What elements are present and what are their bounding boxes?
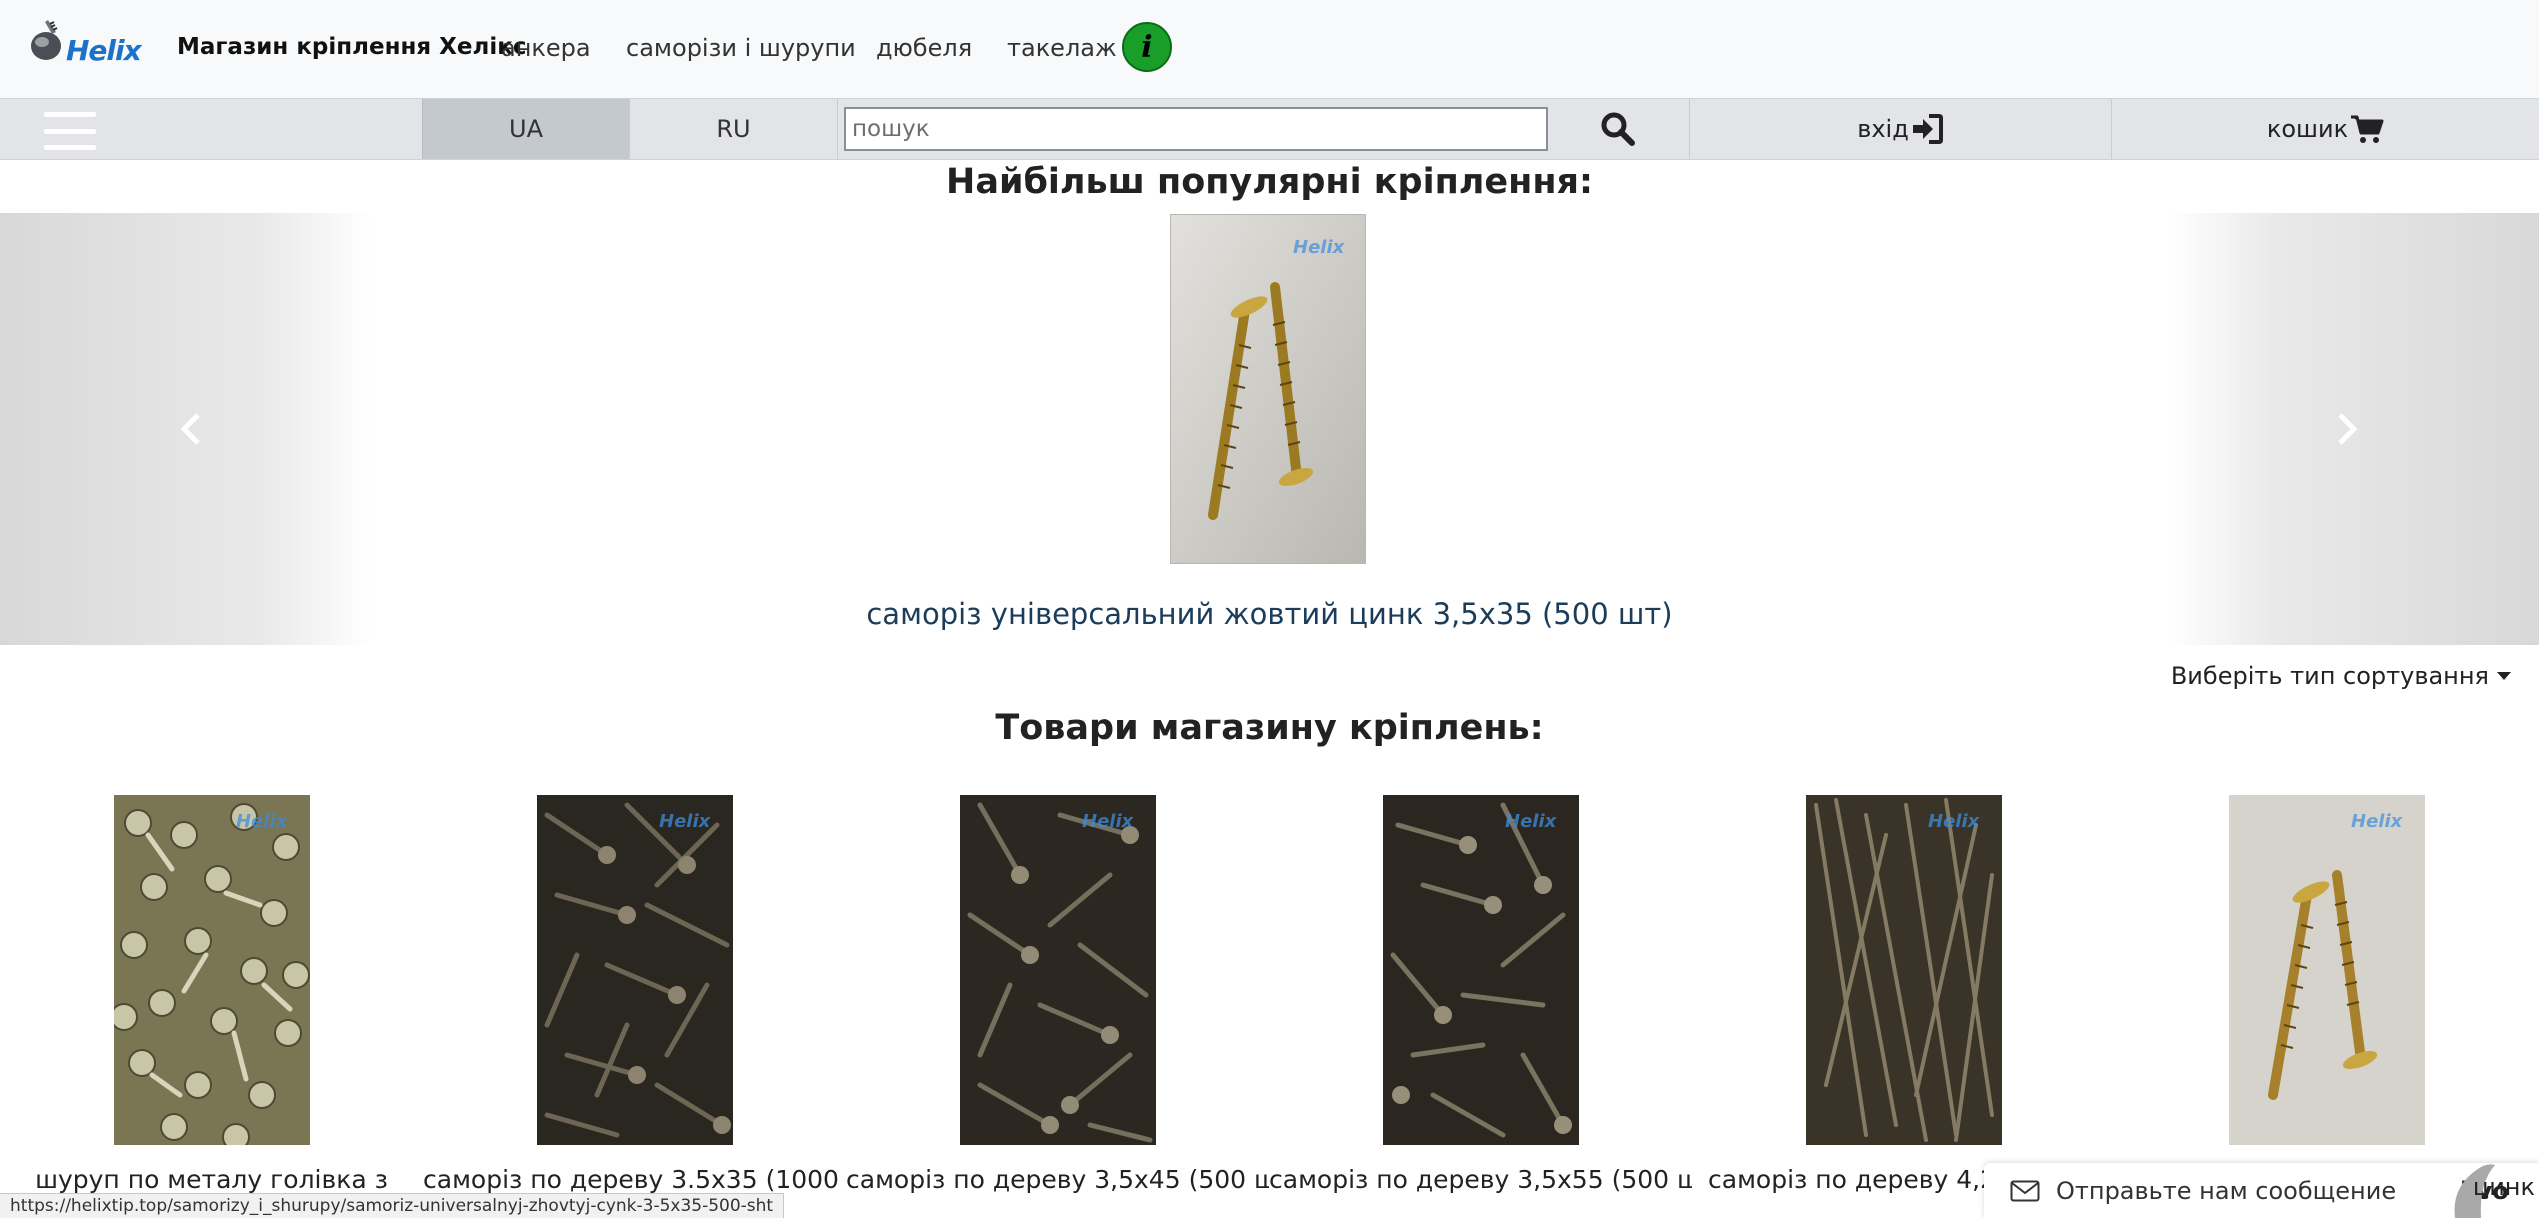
- search-input[interactable]: [844, 107, 1548, 151]
- nav-link-anchors[interactable]: анкера: [501, 34, 591, 62]
- product-card[interactable]: Helix шуруп по металу голівка з: [0, 795, 423, 1218]
- helix-logo[interactable]: Helix: [26, 16, 142, 72]
- product-image[interactable]: Helix: [1805, 795, 2002, 1145]
- product-card[interactable]: Helix саморіз по дереву 3.5х35 (1000 шт): [423, 795, 846, 1218]
- status-bar-url: https://helixtip.top/samorizy_i_shurupy/…: [0, 1193, 785, 1218]
- top-navbar: Helix Магазин кріплення Хелікс анкера са…: [0, 0, 2539, 98]
- dark-screws-photo: Helix: [536, 795, 733, 1145]
- envelope-icon: [2010, 1180, 2040, 1201]
- sort-dropdown[interactable]: Виберіть тип сортування: [2171, 662, 2511, 690]
- chevron-right-icon[interactable]: [2326, 409, 2366, 449]
- product-card[interactable]: Helix саморіз по дереву 3,5х55 (500 шт): [1269, 795, 1692, 1218]
- login-button[interactable]: вхід: [1690, 99, 2110, 159]
- lang-ru-button[interactable]: RU: [630, 99, 838, 159]
- chat-message-label: Отправьте нам сообщение: [2056, 1176, 2397, 1205]
- cart-label: кошик: [2266, 115, 2349, 143]
- info-button[interactable]: i: [1122, 22, 1172, 72]
- caret-down-icon: [2497, 672, 2511, 680]
- dark-screws-photo: Helix: [959, 795, 1156, 1145]
- sort-label: Виберіть тип сортування: [2170, 662, 2489, 690]
- svg-text:Helix: Helix: [659, 811, 712, 832]
- svg-text:Helix: Helix: [1928, 811, 1981, 832]
- gold-screws-photo: Helix: [2228, 795, 2425, 1145]
- cart-button[interactable]: кошик: [2112, 99, 2539, 159]
- info-circle-icon: i: [1141, 29, 1153, 65]
- popular-carousel: Helix саморіз універсальний жовтий цинк …: [0, 213, 2539, 645]
- svg-text:Helix: Helix: [1082, 811, 1135, 832]
- watermark-text: Helix: [1293, 237, 1346, 258]
- lang-ua-button[interactable]: UA: [422, 99, 630, 159]
- hamburger-menu-icon[interactable]: [44, 112, 96, 150]
- shopping-cart-icon: [2351, 115, 2384, 143]
- product-title[interactable]: саморіз по дереву 3,5х45 (500 шт): [846, 1165, 1269, 1194]
- chevron-left-icon[interactable]: [172, 409, 212, 449]
- logo-text: Helix: [66, 34, 142, 67]
- product-image[interactable]: Helix: [1382, 795, 1579, 1145]
- product-title-overflow: цинк: [2472, 1173, 2535, 1201]
- product-title[interactable]: саморіз по дереву 3.5х35 (1000 шт): [423, 1165, 846, 1194]
- toolbar: UA RU вхід кошик: [0, 98, 2539, 160]
- product-card[interactable]: Helix: [2115, 795, 2538, 1218]
- nav-brand-link[interactable]: Магазин кріплення Хелікс: [177, 34, 526, 60]
- svg-text:Helix: Helix: [236, 811, 289, 832]
- screw-logo-icon: [31, 20, 61, 60]
- login-label: вхід: [1857, 115, 1909, 143]
- product-card[interactable]: Helix саморіз по дереву 4,2х75: [1692, 795, 2115, 1218]
- dark-screws-photo: Helix: [1382, 795, 1579, 1145]
- product-image[interactable]: Helix: [2228, 795, 2425, 1145]
- chat-widget[interactable]: Отправьте нам сообщение jivo цинк: [1984, 1163, 2539, 1218]
- popular-heading: Найбільш популярні кріплення:: [946, 162, 1593, 202]
- product-title[interactable]: шуруп по металу голівка з: [0, 1165, 423, 1194]
- dark-long-screws-photo: Helix: [1805, 795, 2002, 1145]
- search-button[interactable]: [1560, 109, 1676, 149]
- nav-link-screws[interactable]: саморізи і шурупи: [626, 34, 856, 62]
- magnifier-icon: [1601, 112, 1635, 146]
- product-card[interactable]: Helix саморіз по дереву 3,5х45 (500 шт): [846, 795, 1269, 1218]
- nav-link-dowels[interactable]: дюбеля: [876, 34, 972, 62]
- products-heading: Товари магазину кріплень:: [995, 708, 1544, 748]
- sign-in-icon: [1912, 114, 1943, 144]
- product-image[interactable]: Helix: [113, 795, 310, 1145]
- gold-screws-photo: Helix: [1171, 215, 1365, 563]
- silver-screws-photo: Helix: [113, 795, 310, 1145]
- nav-link-rigging[interactable]: такелаж: [1007, 34, 1117, 62]
- popular-product-link[interactable]: саморіз універсальний жовтий цинк 3,5х35…: [0, 597, 2539, 631]
- product-image[interactable]: Helix: [536, 795, 733, 1145]
- product-title[interactable]: саморіз по дереву 3,5х55 (500 шт): [1269, 1165, 1692, 1194]
- product-image[interactable]: Helix: [959, 795, 1156, 1145]
- svg-text:Helix: Helix: [1505, 811, 1558, 832]
- svg-text:Helix: Helix: [2351, 811, 2404, 832]
- popular-product-image[interactable]: Helix: [1170, 214, 1366, 564]
